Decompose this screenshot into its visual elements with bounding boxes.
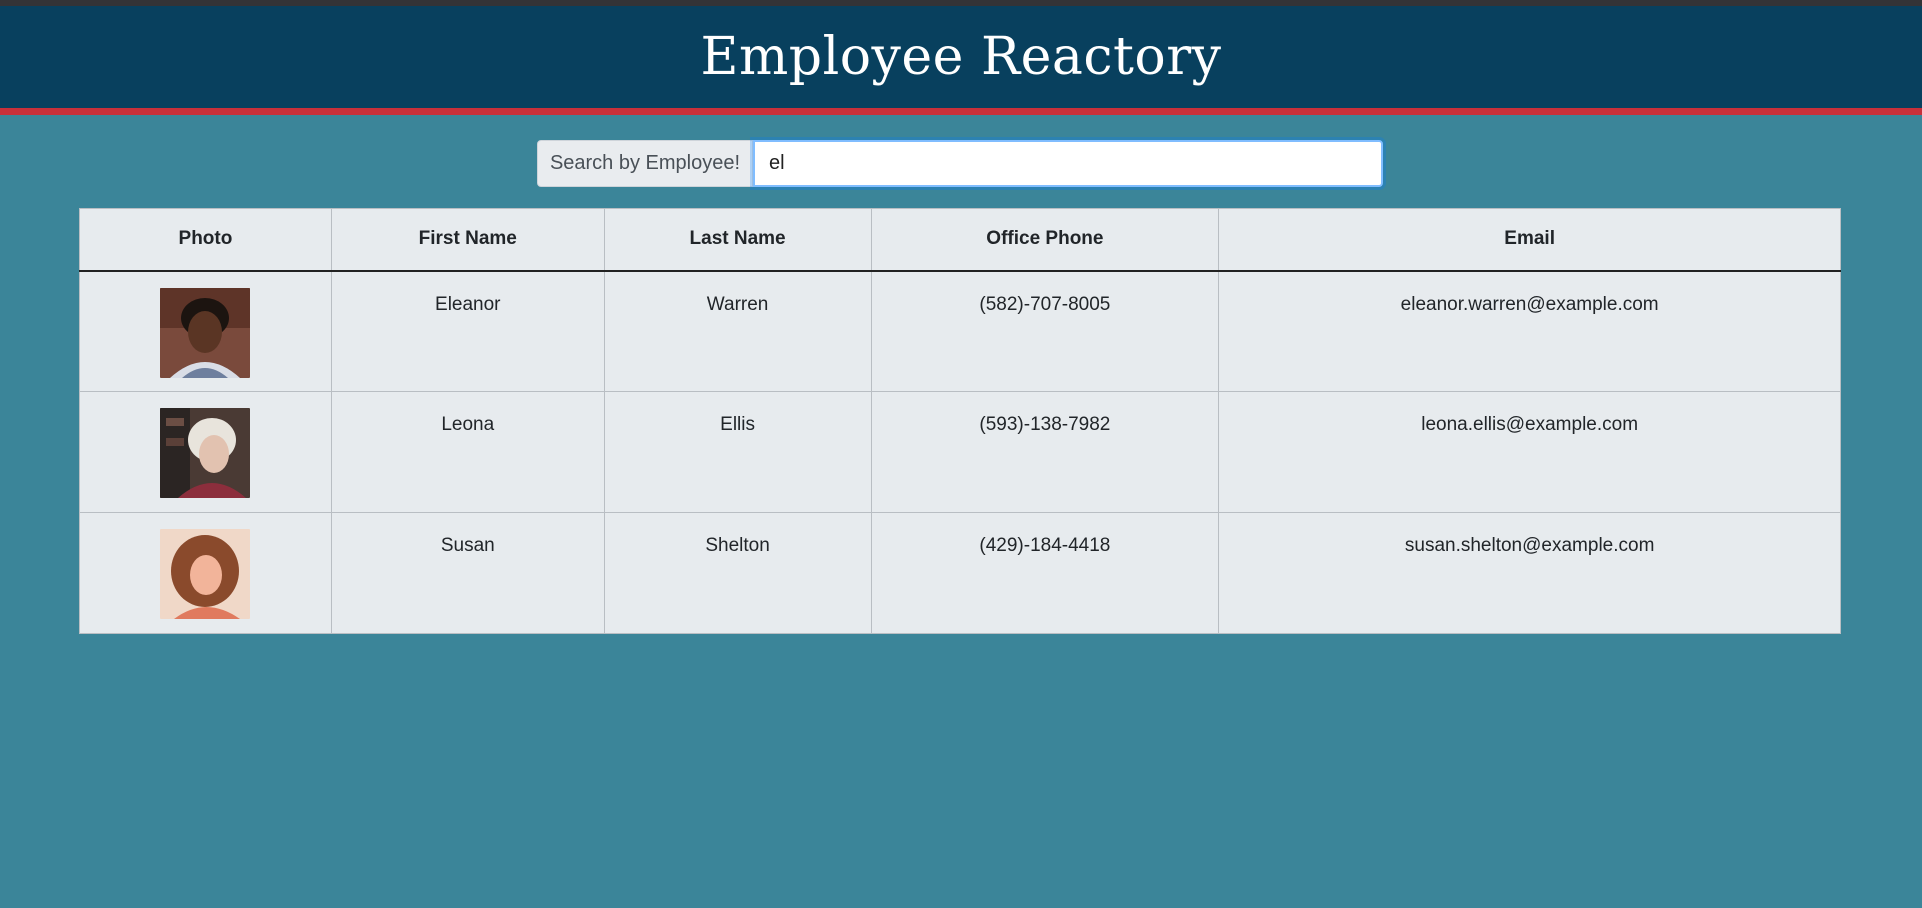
first-name-cell: Leona (330, 391, 605, 513)
page-title: Employee Reactory (700, 27, 1222, 87)
search-input[interactable] (753, 140, 1383, 187)
photo-cell (79, 512, 332, 634)
email-cell: eleanor.warren@example.com (1218, 270, 1841, 392)
table-row: Eleanor Warren (582)-707-8005 eleanor.wa… (79, 270, 1841, 392)
employee-photo (160, 287, 251, 378)
last-name-cell: Shelton (603, 512, 872, 634)
table-row: Susan Shelton (429)-184-4418 susan.shelt… (79, 512, 1841, 634)
header-photo[interactable]: Photo (79, 208, 332, 272)
phone-cell: (429)-184-4418 (870, 512, 1220, 634)
phone-cell: (593)-138-7982 (870, 391, 1220, 513)
first-name-cell: Susan (330, 512, 605, 634)
app-header: Employee Reactory (0, 6, 1922, 115)
first-name-cell: Eleanor (330, 270, 605, 392)
header-last-name[interactable]: Last Name (603, 208, 872, 272)
email-cell: susan.shelton@example.com (1218, 512, 1841, 634)
table-row: Leona Ellis (593)-138-7982 leona.ellis@e… (79, 391, 1841, 513)
employee-table: Photo First Name Last Name Office Phone … (79, 208, 1841, 634)
search-bar: Search by Employee! (537, 140, 1383, 187)
table-header-row: Photo First Name Last Name Office Phone … (79, 208, 1841, 272)
phone-cell: (582)-707-8005 (870, 270, 1220, 392)
employee-photo (160, 408, 251, 498)
employee-photo (160, 529, 251, 619)
photo-cell (79, 391, 332, 513)
header-office-phone[interactable]: Office Phone (870, 208, 1220, 272)
photo-cell (79, 270, 332, 392)
last-name-cell: Ellis (603, 391, 872, 513)
header-email[interactable]: Email (1218, 208, 1841, 272)
email-cell: leona.ellis@example.com (1218, 391, 1841, 513)
last-name-cell: Warren (603, 270, 872, 392)
header-first-name[interactable]: First Name (330, 208, 605, 272)
search-label: Search by Employee! (537, 140, 753, 187)
